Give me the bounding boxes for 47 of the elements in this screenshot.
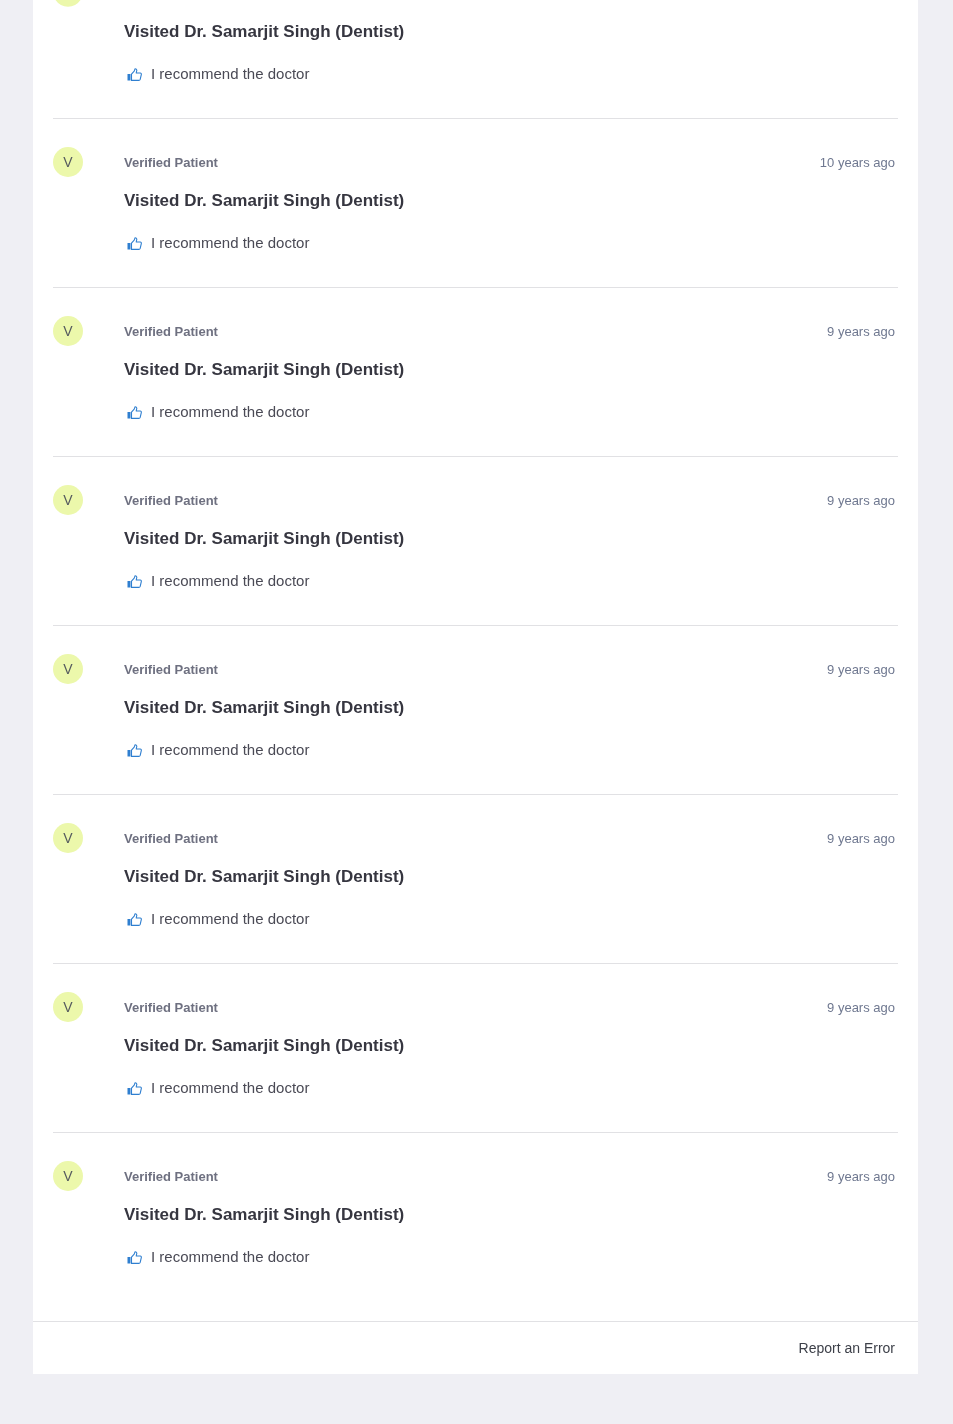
author-label: Verified Patient [124, 154, 218, 170]
author-label: Verified Patient [124, 323, 218, 339]
thumbs-up-icon [127, 236, 142, 250]
thumbs-up-icon [127, 912, 142, 926]
review-title: Visited Dr. Samarjit Singh (Dentist) [124, 190, 405, 212]
recommendation-text: I recommend the doctor [151, 402, 310, 422]
recommendation-text: I recommend the doctor [151, 909, 310, 929]
avatar-icon [53, 0, 83, 8]
review-time: 9 years ago [827, 661, 895, 677]
review-time: 10 years ago [819, 154, 895, 170]
avatar-icon: V [53, 1161, 83, 1191]
recommendation-text: I recommend the doctor [151, 64, 310, 84]
recommendation-text: I recommend the doctor [151, 571, 310, 591]
recommendation-text: I recommend the doctor [151, 233, 310, 253]
review-time: 9 years ago [827, 323, 895, 339]
avatar-icon: V [53, 485, 83, 515]
avatar-icon: V [53, 823, 83, 853]
review-time: 9 years ago [827, 1168, 895, 1184]
recommendation-text: I recommend the doctor [151, 1247, 310, 1267]
review-title: Visited Dr. Samarjit Singh (Dentist) [124, 697, 405, 719]
review-title: Visited Dr. Samarjit Singh (Dentist) [124, 1204, 405, 1226]
avatar-icon: V [53, 316, 83, 346]
report-error-link[interactable]: Report an Error [798, 1340, 895, 1356]
author-label: Verified Patient [124, 830, 218, 846]
thumbs-up-icon [127, 1250, 142, 1264]
thumbs-up-icon [127, 574, 142, 588]
author-label: Verified Patient [124, 492, 218, 508]
thumbs-up-icon [127, 67, 142, 81]
author-label: Verified Patient [124, 1168, 218, 1184]
review-title: Visited Dr. Samarjit Singh (Dentist) [124, 528, 405, 550]
review-title: Visited Dr. Samarjit Singh (Dentist) [124, 866, 405, 888]
author-label: Verified Patient [124, 999, 218, 1015]
thumbs-up-icon [127, 405, 142, 419]
review-time: 9 years ago [827, 492, 895, 508]
thumbs-up-icon [127, 1081, 142, 1095]
review-title: Visited Dr. Samarjit Singh (Dentist) [124, 359, 405, 381]
recommendation-text: I recommend the doctor [151, 740, 310, 760]
avatar-icon: V [53, 992, 83, 1022]
review-title: Visited Dr. Samarjit Singh (Dentist) [124, 1035, 405, 1057]
review-time: 9 years ago [827, 830, 895, 846]
recommendation-text: I recommend the doctor [151, 1078, 310, 1098]
thumbs-up-icon [127, 743, 142, 757]
avatar-icon: V [53, 147, 83, 177]
author-label: Verified Patient [124, 661, 218, 677]
review-time: 9 years ago [827, 999, 895, 1015]
avatar-icon: V [53, 654, 83, 684]
review-title: Visited Dr. Samarjit Singh (Dentist) [124, 21, 405, 43]
